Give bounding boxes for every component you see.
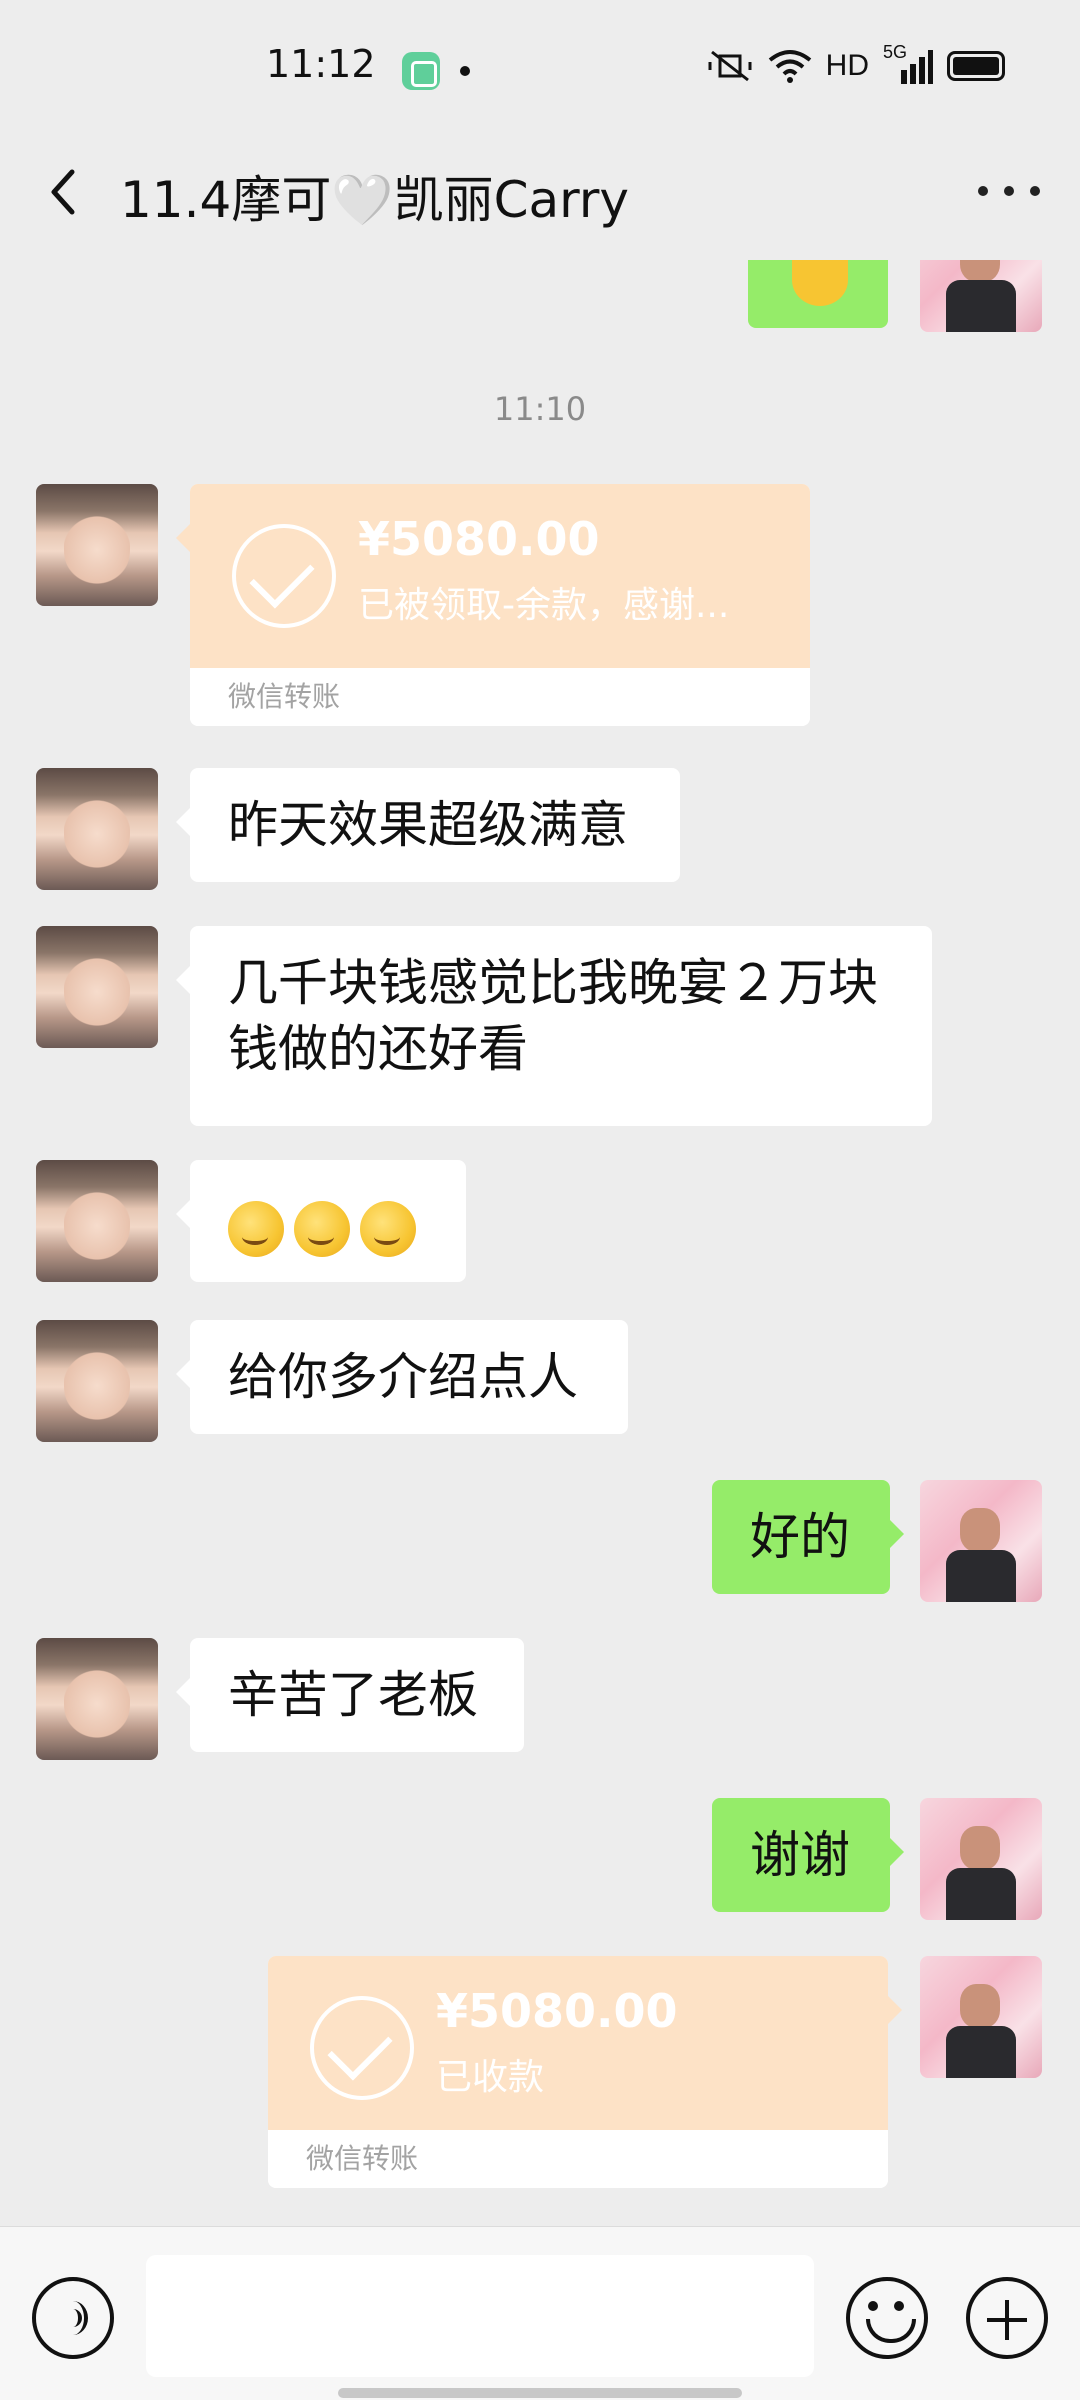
transfer-label: 微信转账 — [190, 668, 810, 726]
my-avatar[interactable] — [920, 1956, 1042, 2078]
contact-avatar[interactable] — [36, 1160, 158, 1282]
status-bar: 11:12 HD 5G — [0, 0, 1080, 140]
hand-over-mouth-emoji — [228, 1200, 284, 1257]
transfer-note: 已被领取-余款，感谢... — [358, 585, 730, 626]
more-options-icon[interactable] — [978, 176, 1040, 206]
my-avatar[interactable] — [920, 260, 1042, 332]
signal-label: 5G — [883, 42, 908, 62]
wink-tongue-emoji — [792, 260, 848, 306]
hand-over-mouth-emoji — [294, 1200, 350, 1257]
message-bubble[interactable]: 几千块钱感觉比我晚宴２万块钱做的还好看 — [176, 926, 932, 1126]
message-bubble[interactable]: 昨天效果超级满意 — [176, 768, 680, 882]
app-notification-icon — [402, 52, 440, 90]
contact-avatar[interactable] — [36, 1638, 158, 1760]
chat-title: 11.4摩可🤍凯丽Carry — [120, 171, 629, 229]
transfer-card-received[interactable]: ¥5080.00 已被领取-余款，感谢... 微信转账 — [176, 484, 810, 726]
message-text: 给你多介绍点人 — [228, 1348, 578, 1406]
home-indicator[interactable] — [338, 2388, 742, 2398]
message-bubble[interactable] — [176, 1160, 466, 1282]
contact-avatar[interactable] — [36, 768, 158, 890]
voice-input-icon[interactable] — [32, 2277, 114, 2359]
chat-messages[interactable]: 11:10 ¥5080.00 已被领取-余款，感谢... 微信转账 昨天效果超级… — [0, 260, 1080, 2220]
contact-avatar[interactable] — [36, 484, 158, 606]
transfer-note: 已收款 — [436, 2057, 545, 2098]
message-timestamp: 11:10 — [493, 390, 587, 428]
transfer-label: 微信转账 — [268, 2130, 888, 2188]
transfer-amount: ¥5080.00 — [358, 512, 600, 566]
message-bubble[interactable]: 辛苦了老板 — [176, 1638, 524, 1752]
transfer-amount: ¥5080.00 — [436, 1984, 678, 2038]
hand-over-mouth-emoji — [360, 1200, 416, 1257]
battery-icon — [947, 51, 1005, 81]
contact-avatar[interactable] — [36, 926, 158, 1048]
cellular-signal-icon: 5G — [883, 42, 933, 84]
network-label: HD — [825, 49, 869, 82]
message-bubble[interactable]: 给你多介绍点人 — [176, 1320, 628, 1434]
status-icons: HD 5G — [706, 42, 1005, 84]
input-bar — [0, 2226, 1080, 2400]
message-input[interactable] — [146, 2255, 814, 2377]
back-arrow-icon[interactable] — [36, 162, 96, 222]
check-circle-icon — [232, 524, 336, 628]
check-circle-icon — [310, 1996, 414, 2100]
wifi-icon — [768, 50, 811, 83]
transfer-card-sent[interactable]: ¥5080.00 已收款 微信转账 — [268, 1956, 902, 2188]
message-bubble[interactable]: 好的 — [712, 1480, 904, 1594]
my-avatar[interactable] — [920, 1798, 1042, 1920]
message-text: 好的 — [750, 1508, 850, 1566]
message-text: 几千块钱感觉比我晚宴２万块钱做的还好看 — [228, 954, 878, 1078]
status-time: 11:12 — [266, 42, 376, 86]
notification-dot-icon — [460, 66, 470, 76]
chat-header: 11.4摩可🤍凯丽Carry — [0, 140, 1080, 260]
message-text: 辛苦了老板 — [228, 1666, 478, 1724]
message-bubble[interactable]: 谢谢 — [712, 1798, 904, 1912]
mute-vibrate-icon — [708, 50, 752, 82]
previous-message-bubble[interactable] — [748, 260, 888, 328]
message-text: 谢谢 — [750, 1826, 850, 1884]
contact-avatar[interactable] — [36, 1320, 158, 1442]
my-avatar[interactable] — [920, 1480, 1042, 1602]
more-actions-plus-icon[interactable] — [966, 2277, 1048, 2359]
message-text: 昨天效果超级满意 — [228, 796, 628, 854]
emoji-picker-icon[interactable] — [846, 2277, 928, 2359]
